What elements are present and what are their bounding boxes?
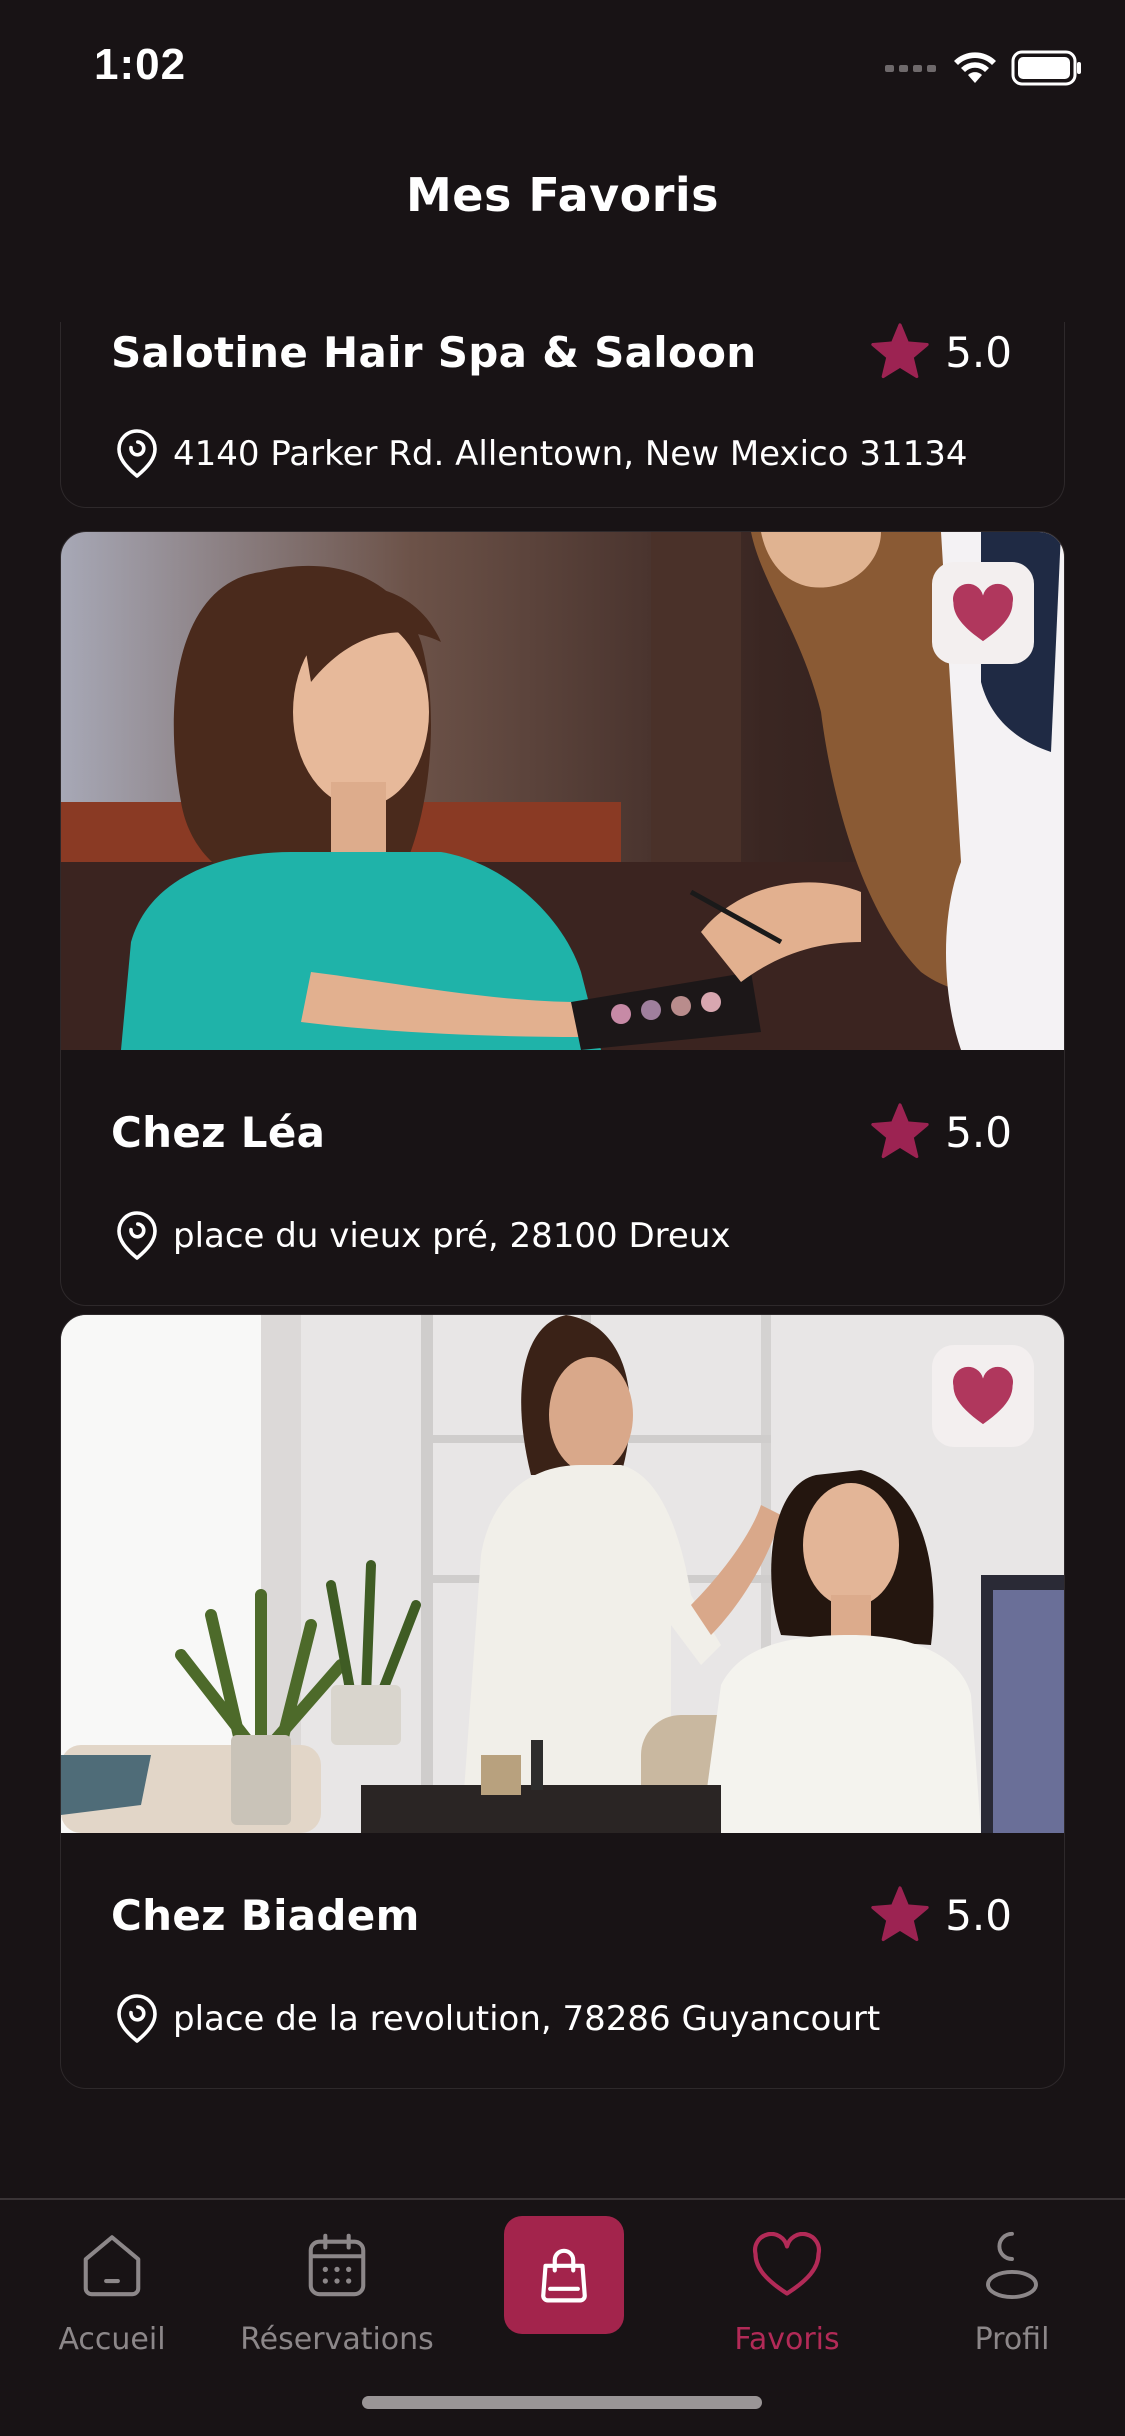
rating-value: 5.0 xyxy=(945,327,1012,377)
location-icon xyxy=(117,1994,157,2043)
heart-icon xyxy=(752,2232,822,2296)
address-text: 4140 Parker Rd. Allentown, New Mexico 31… xyxy=(173,434,968,474)
favorites-list[interactable]: Salotine Hair Spa & Saloon 5.0 4140 Park… xyxy=(0,322,1125,2197)
salon-photo[interactable] xyxy=(61,1315,1064,1833)
salon-address: place du vieux pré, 28100 Dreux xyxy=(113,1210,731,1262)
tab-label: Accueil xyxy=(58,2322,166,2357)
tab-reservations[interactable]: Réservations xyxy=(237,2220,437,2357)
makeup-scene-image xyxy=(61,532,1064,1050)
tab-accueil[interactable]: Accueil xyxy=(12,2220,212,2357)
salon-address: 4140 Parker Rd. Allentown, New Mexico 31… xyxy=(113,428,968,480)
wifi-icon xyxy=(954,52,996,83)
beauty-salon-scene-image xyxy=(61,1315,1064,1833)
star-icon xyxy=(871,1886,929,1942)
rating: 5.0 xyxy=(869,1885,1012,1945)
salon-photo[interactable] xyxy=(61,532,1064,1050)
salon-name: Chez Léa xyxy=(111,1108,326,1157)
heart-icon xyxy=(952,583,1014,642)
location-icon xyxy=(117,1211,157,1260)
status-bar: 1:02 xyxy=(0,0,1125,140)
rating-value: 5.0 xyxy=(945,1107,1012,1157)
shopping-bag-icon xyxy=(541,2248,587,2303)
salon-address: place de la revolution, 78286 Guyancourt xyxy=(113,1993,880,2045)
signal-icon xyxy=(885,65,936,72)
tab-label: Favoris xyxy=(734,2322,840,2357)
salon-name: Salotine Hair Spa & Saloon xyxy=(111,328,757,377)
heart-icon xyxy=(952,1366,1014,1425)
home-indicator xyxy=(362,2396,762,2409)
rating-value: 5.0 xyxy=(945,1890,1012,1940)
favorite-card[interactable]: Chez Biadem 5.0 place de la revolution, … xyxy=(60,1314,1065,2089)
star-icon xyxy=(871,323,929,379)
page-title: Mes Favoris xyxy=(405,168,720,222)
status-icons xyxy=(885,50,1083,86)
address-text: place de la revolution, 78286 Guyancourt xyxy=(173,1999,881,2039)
rating: 5.0 xyxy=(869,1102,1012,1162)
location-icon xyxy=(117,429,157,478)
tab-label: Réservations xyxy=(240,2322,434,2357)
star-icon xyxy=(871,1103,929,1159)
favorite-toggle-button[interactable] xyxy=(932,1345,1034,1447)
salon-name: Chez Biadem xyxy=(111,1891,420,1940)
home-icon xyxy=(83,2235,141,2297)
favorite-card[interactable]: Chez Léa 5.0 place du vieux pré, 28100 D… xyxy=(60,531,1065,1306)
profile-icon xyxy=(986,2231,1038,2300)
tab-profil[interactable]: Profil xyxy=(912,2220,1112,2357)
favorite-toggle-button[interactable] xyxy=(932,562,1034,664)
calendar-icon xyxy=(308,2233,366,2297)
tab-favoris[interactable]: Favoris xyxy=(687,2220,887,2357)
favorite-card[interactable]: Salotine Hair Spa & Saloon 5.0 4140 Park… xyxy=(60,322,1065,508)
shop-button[interactable] xyxy=(504,2216,624,2334)
rating: 5.0 xyxy=(869,322,1012,382)
status-time: 1:02 xyxy=(94,40,187,89)
address-text: place du vieux pré, 28100 Dreux xyxy=(173,1216,731,1256)
battery-icon xyxy=(1011,50,1081,86)
tab-label: Profil xyxy=(974,2322,1050,2357)
